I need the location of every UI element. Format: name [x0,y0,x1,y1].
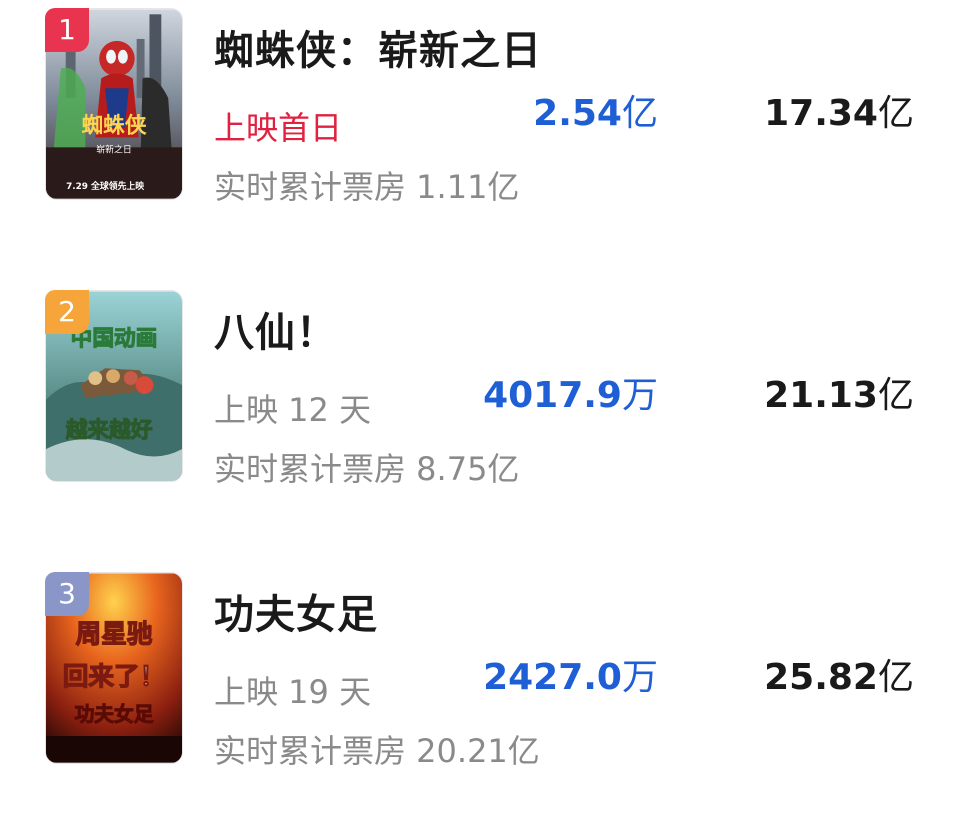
total-unit: 亿 [877,375,914,416]
movie-title[interactable]: 功夫女足 [214,582,378,640]
today-unit: 万 [621,375,658,416]
poster-subheadline: 回来了！ [63,662,165,692]
movie-row[interactable]: 中国动画 越来越好 2 八仙！ 上映 12 天 实时累计票房 8.75亿 401… [0,290,960,490]
poster-title-text: 蜘蛛侠 [81,113,146,139]
cumulative-box-office: 实时累计票房 1.11亿 [214,168,520,206]
movie-title[interactable]: 蜘蛛侠：崭新之日 [214,18,542,76]
release-status: 上映 12 天 [214,391,372,429]
total-box-office: 21.13亿 [764,366,914,418]
poster-date-text: 7.29 全球领先上映 [66,180,144,192]
rank-badge: 2 [45,290,89,334]
release-status: 上映 19 天 [214,673,372,711]
poster-title-text: 功夫女足 [75,703,154,726]
movie-row[interactable]: 周星驰 回来了！ 功夫女足 3 功夫女足 上映 19 天 实时累计票房 20.2… [0,572,960,772]
rank-badge: 1 [45,8,89,52]
today-value: 2427.0 [483,657,622,698]
poster-headline: 周星驰 [76,619,153,649]
total-value: 21.13 [764,375,878,416]
today-unit: 亿 [621,93,658,134]
poster-slogan-bottom: 越来越好 [66,417,153,443]
release-status: 上映首日 [214,109,343,147]
cumulative-box-office: 实时累计票房 20.21亿 [214,732,540,770]
movie-row[interactable]: 蜘蛛侠 崭新之日 7.29 全球领先上映 1 蜘蛛侠：崭新之日 上映首日 实时累… [0,8,960,208]
total-box-office: 17.34亿 [764,84,914,136]
today-box-office: 4017.9万 [483,366,658,418]
today-value: 2.54 [533,93,622,134]
total-box-office: 25.82亿 [764,648,914,700]
today-unit: 万 [621,657,658,698]
rank-badge: 3 [45,572,89,616]
today-value: 4017.9 [483,375,622,416]
today-box-office: 2.54亿 [533,84,658,136]
total-value: 17.34 [764,93,878,134]
today-box-office: 2427.0万 [483,648,658,700]
total-unit: 亿 [877,93,914,134]
movie-title[interactable]: 八仙！ [214,300,337,358]
total-value: 25.82 [764,657,878,698]
total-unit: 亿 [877,657,914,698]
cumulative-box-office: 实时累计票房 8.75亿 [214,450,520,488]
poster-subtitle-text: 崭新之日 [96,143,131,155]
